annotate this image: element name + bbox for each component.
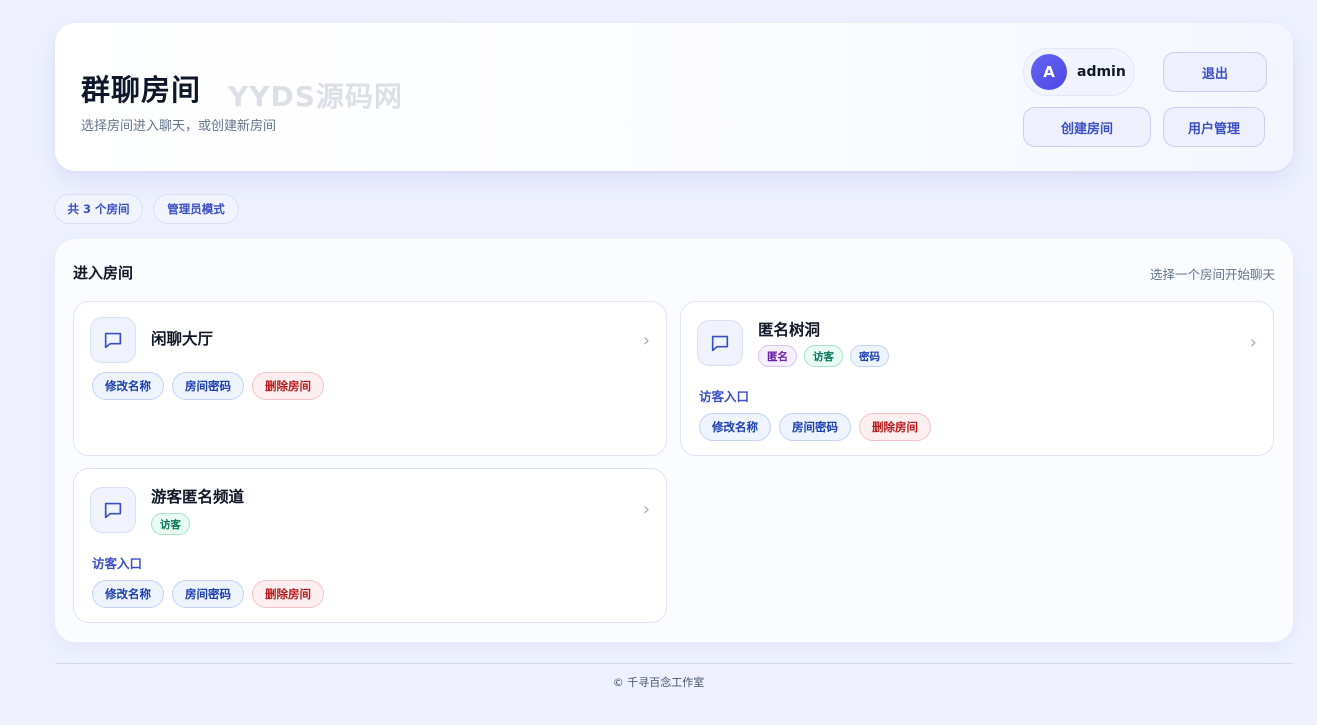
room-tags: 匿名 访客 密码 [758, 345, 889, 367]
guest-entry-link[interactable]: 访客入口 [699, 386, 749, 405]
page-subtitle: 选择房间进入聊天，或创建新房间 [81, 119, 277, 134]
chat-bubble-icon [90, 317, 136, 363]
delete-room-button[interactable]: 删除房间 [252, 372, 324, 400]
delete-room-button[interactable]: 删除房间 [859, 413, 931, 441]
section-hint: 选择一个房间开始聊天 [1149, 267, 1275, 282]
footer-copyright: © 千寻百念工作室 [612, 676, 705, 689]
header-card: 群聊房间 YYDS源码网 选择房间进入聊天，或创建新房间 A admin 退出 … [55, 23, 1293, 171]
chat-bubble-icon [90, 487, 136, 533]
page: 群聊房间 YYDS源码网 选择房间进入聊天，或创建新房间 A admin 退出 … [0, 0, 1317, 725]
room-password-button[interactable]: 房间密码 [172, 372, 244, 400]
room-count-badge: 共 3 个房间 [54, 194, 143, 224]
room-name: 匿名树洞 [758, 321, 821, 339]
room-card-anonymous[interactable]: 匿名树洞 匿名 访客 密码 › 访客入口 修改名称 房间密码 删除房间 [680, 301, 1274, 456]
room-name: 闲聊大厅 [151, 330, 214, 348]
room-actions: 修改名称 房间密码 删除房间 [92, 580, 324, 608]
chat-bubble-icon [697, 320, 743, 366]
logout-button[interactable]: 退出 [1163, 52, 1267, 92]
guest-entry-link[interactable]: 访客入口 [92, 553, 142, 572]
create-room-button[interactable]: 创建房间 [1023, 107, 1151, 147]
rename-room-button[interactable]: 修改名称 [699, 413, 771, 441]
avatar: A [1031, 54, 1067, 90]
admin-mode-badge: 管理员模式 [153, 194, 239, 224]
room-password-button[interactable]: 房间密码 [779, 413, 851, 441]
room-card-lobby[interactable]: 闲聊大厅 › 修改名称 房间密码 删除房间 [73, 301, 667, 456]
tag-guest: 访客 [804, 345, 843, 367]
section-title: 进入房间 [73, 264, 134, 282]
tag-anonymous: 匿名 [758, 345, 797, 367]
room-name: 游客匿名频道 [151, 488, 245, 506]
footer-divider [55, 663, 1293, 664]
delete-room-button[interactable]: 删除房间 [252, 580, 324, 608]
user-chip[interactable]: A admin [1023, 48, 1135, 96]
rename-room-button[interactable]: 修改名称 [92, 372, 164, 400]
room-card-guest-channel[interactable]: 游客匿名频道 访客 › 访客入口 修改名称 房间密码 删除房间 [73, 468, 667, 623]
rename-room-button[interactable]: 修改名称 [92, 580, 164, 608]
tag-password: 密码 [850, 345, 889, 367]
room-tags: 访客 [151, 513, 190, 535]
room-password-button[interactable]: 房间密码 [172, 580, 244, 608]
chevron-right-icon: › [1249, 332, 1257, 353]
chevron-right-icon: › [642, 330, 650, 351]
tag-guest: 访客 [151, 513, 190, 535]
watermark: YYDS源码网 [228, 80, 403, 113]
room-actions: 修改名称 房间密码 删除房间 [699, 413, 931, 441]
chevron-right-icon: › [642, 499, 650, 520]
user-management-button[interactable]: 用户管理 [1163, 107, 1265, 147]
page-title: 群聊房间 [81, 73, 202, 107]
room-actions: 修改名称 房间密码 删除房间 [92, 372, 324, 400]
room-list-card: 进入房间 选择一个房间开始聊天 闲聊大厅 › 修改名称 房间密码 删除房间 匿名… [55, 239, 1293, 642]
username: admin [1077, 64, 1126, 80]
